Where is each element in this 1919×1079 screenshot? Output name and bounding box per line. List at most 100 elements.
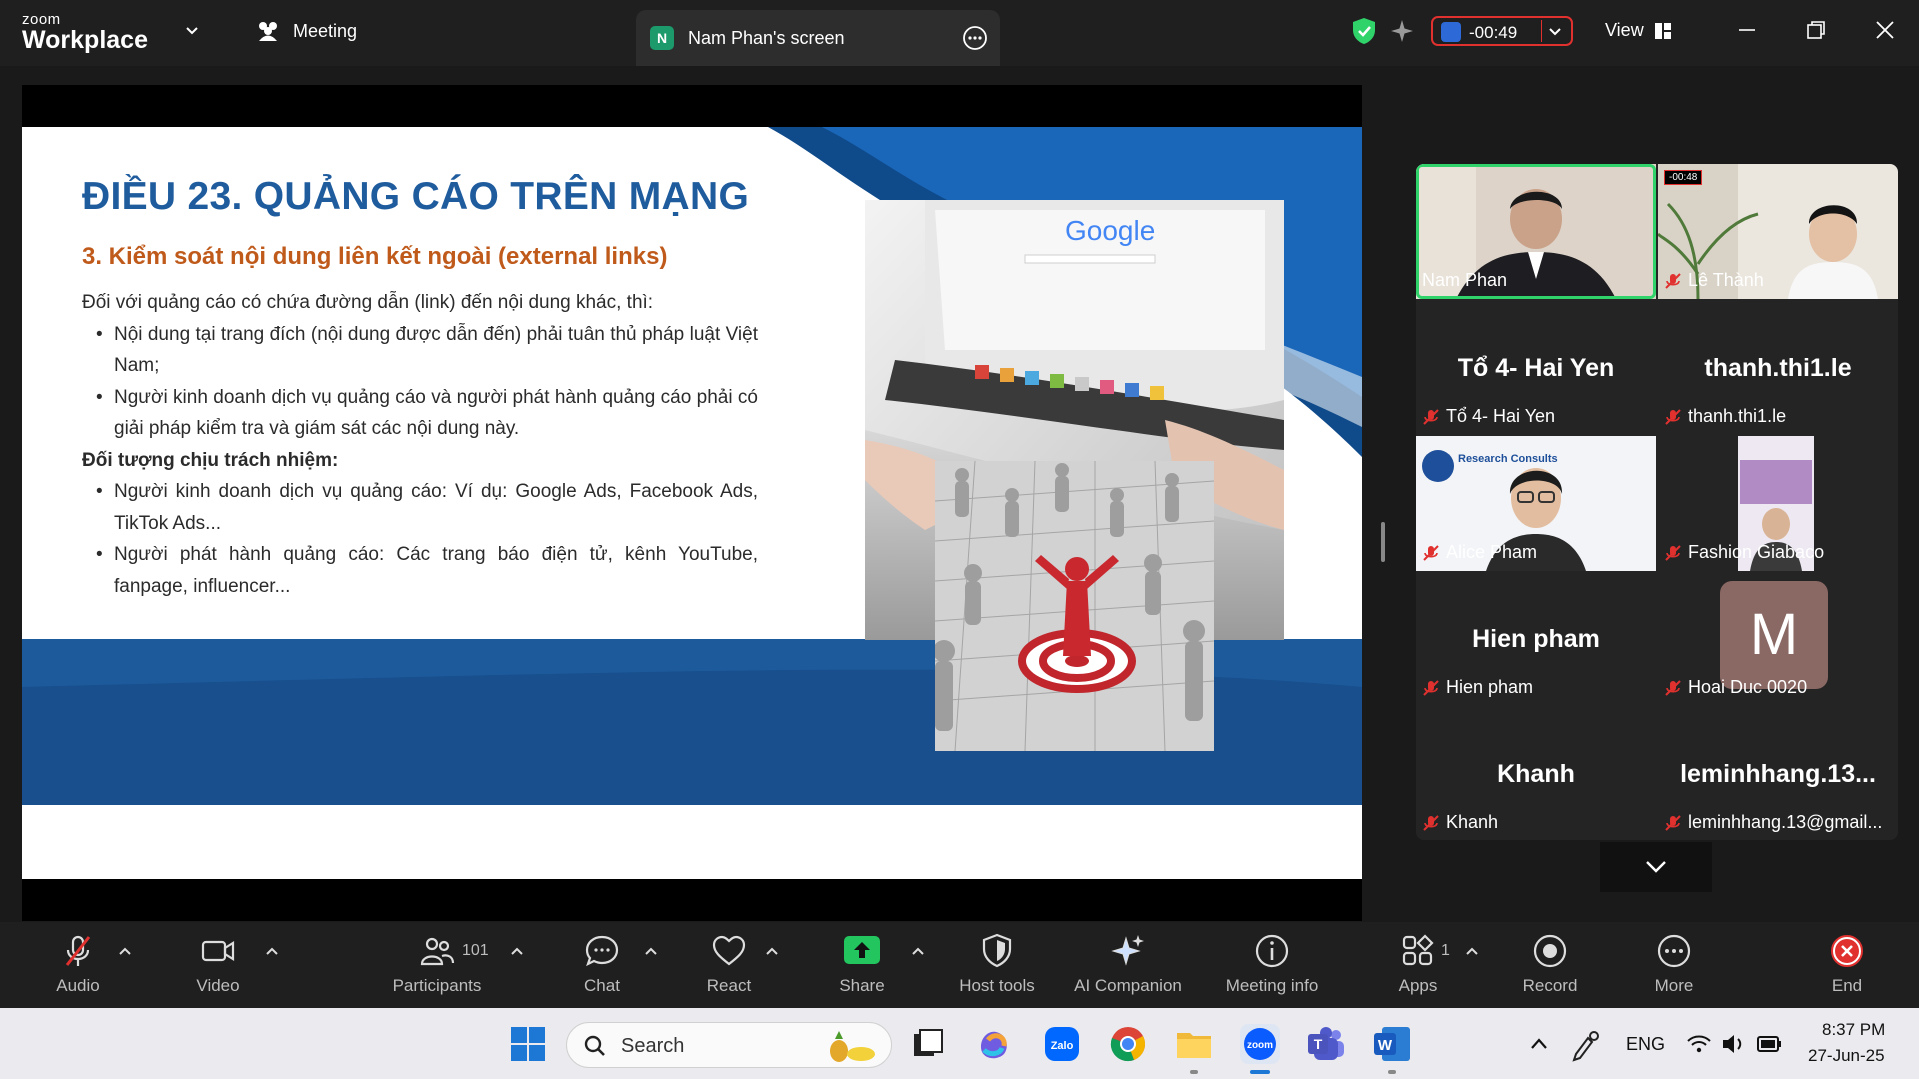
participant-display-name: thanh.thi1.le [1704, 354, 1852, 382]
volume-icon[interactable] [1720, 1024, 1746, 1064]
video-tile[interactable]: -00:48 Lê Thành [1658, 164, 1898, 299]
tab-meeting[interactable]: Meeting [255, 20, 357, 42]
participant-name-text: Alice Pham [1446, 542, 1538, 562]
chrome-icon[interactable] [1108, 1024, 1148, 1064]
participant-display-name: Khanh [1497, 760, 1575, 788]
video-button[interactable]: Video [180, 932, 256, 996]
restore-icon[interactable] [1804, 18, 1828, 42]
file-explorer-icon[interactable] [1174, 1024, 1214, 1064]
windows-start-icon[interactable] [508, 1024, 548, 1064]
chevron-up-icon[interactable] [643, 944, 659, 960]
language-indicator[interactable]: ENG [1626, 1034, 1665, 1055]
more-label: More [1654, 976, 1694, 995]
tab-shared-screen[interactable]: N Nam Phan's screen [636, 10, 1000, 66]
people-icon [259, 22, 277, 41]
chevron-up-icon[interactable] [117, 944, 133, 960]
participant-name: Tổ 4- Hai Yen [1422, 406, 1555, 427]
slide-title: ĐIỀU 23. QUẢNG CÁO TRÊN MẠNG [82, 175, 750, 218]
participant-name: Khanh [1422, 812, 1498, 833]
video-tile[interactable]: thanh.thi1.le thanh.thi1.le [1658, 300, 1898, 435]
more-options-icon [1657, 934, 1691, 968]
video-tile[interactable]: Research Consults Alice Pham [1416, 436, 1656, 571]
meeting-info-button[interactable]: Meeting info [1212, 932, 1332, 996]
video-tile[interactable]: Nam Phan [1416, 164, 1656, 299]
video-camera-icon [201, 940, 235, 962]
slide-intro: Đối với quảng cáo có chứa đường dẫn (lin… [82, 292, 654, 313]
participants-icon [420, 937, 455, 966]
share-label: Share [839, 976, 885, 995]
share-initial-badge: N [650, 26, 674, 50]
shield-icon [982, 933, 1012, 968]
minimize-icon[interactable] [1735, 18, 1759, 42]
zalo-icon[interactable]: Zalo [1042, 1024, 1082, 1064]
video-tile[interactable]: Fashion Giabaco [1658, 436, 1898, 571]
chevron-up-icon[interactable] [764, 944, 780, 960]
tab-meeting-label: Meeting [293, 20, 358, 41]
end-button[interactable]: End [1811, 932, 1883, 996]
clock-date[interactable]: 27-Jun-25 [1808, 1046, 1885, 1066]
slide-list-1: Nội dung tại trang đích (nội dung được d… [82, 319, 758, 445]
list-item: Người kinh doanh dịch vụ quảng cáo: Ví d… [82, 476, 758, 539]
timer-divider [1541, 20, 1542, 42]
record-label: Record [1522, 976, 1578, 995]
video-tile[interactable]: Khanh Khanh [1416, 706, 1656, 840]
running-indicator [1388, 1070, 1396, 1074]
chevron-up-icon[interactable] [509, 944, 525, 960]
copilot-icon[interactable] [974, 1024, 1014, 1064]
slide-body: Đối với quảng cáo có chứa đường dẫn (lin… [82, 287, 758, 602]
video-tile[interactable]: M Hoai Duc 0020 [1658, 571, 1898, 706]
pineapple-decoration-icon [830, 1031, 875, 1062]
more-options-icon[interactable] [962, 25, 988, 51]
view-button[interactable]: View [1605, 20, 1672, 41]
teams-icon[interactable]: T [1306, 1024, 1346, 1064]
participant-name: Lê Thành [1664, 270, 1764, 291]
location-pen-icon[interactable] [1570, 1024, 1602, 1064]
tab-shared-screen-label: Nam Phan's screen [688, 28, 845, 48]
wifi-icon[interactable] [1686, 1024, 1712, 1064]
clock-time[interactable]: 8:37 PM [1822, 1020, 1885, 1040]
react-button[interactable]: React [693, 932, 765, 996]
video-tile[interactable]: Tổ 4- Hai Yen Tổ 4- Hai Yen [1416, 300, 1656, 435]
chevron-up-icon[interactable] [1528, 1024, 1550, 1064]
share-button[interactable]: Share [826, 932, 898, 996]
panel-resize-handle[interactable] [1381, 522, 1385, 562]
google-logo-text: Google [1065, 215, 1155, 246]
ai-companion-label: AI Companion [1074, 976, 1182, 995]
participant-name-text: Hoai Duc 0020 [1688, 677, 1808, 697]
close-icon[interactable] [1873, 18, 1897, 42]
participants-label: Participants [392, 976, 482, 995]
chat-button[interactable]: Chat [566, 932, 638, 996]
ai-companion-button[interactable]: AI Companion [1064, 932, 1192, 996]
more-button[interactable]: More [1638, 932, 1710, 996]
word-icon[interactable]: W [1372, 1024, 1412, 1064]
chevron-up-icon[interactable] [910, 944, 926, 960]
security-shield-icon[interactable] [1349, 16, 1379, 46]
video-tile[interactable]: leminhhang.13... leminhhang.13@gmail... [1658, 706, 1898, 840]
chevron-down-icon[interactable] [184, 22, 200, 38]
zoom-app-icon[interactable]: zoom [1240, 1024, 1280, 1064]
chevron-down-icon[interactable] [1547, 23, 1563, 39]
gallery-scroll-down-button[interactable] [1600, 842, 1712, 892]
slide-list-2: Người kinh doanh dịch vụ quảng cáo: Ví d… [82, 476, 758, 602]
battery-icon[interactable] [1756, 1024, 1784, 1064]
taskbar-search-box[interactable]: Search [566, 1022, 892, 1068]
mic-muted-icon [1665, 679, 1681, 696]
ai-sparkle-icon[interactable] [1389, 18, 1415, 44]
mic-muted-icon [65, 935, 91, 966]
mic-muted-icon [1423, 408, 1439, 425]
task-view-icon[interactable] [908, 1024, 948, 1064]
presentation-slide: ĐIỀU 23. QUẢNG CÁO TRÊN MẠNG 3. Kiểm soá… [22, 127, 1362, 879]
meeting-timer[interactable]: -00:49 [1431, 16, 1573, 46]
participant-name-text: Lê Thành [1688, 270, 1764, 290]
host-tools-button[interactable]: Host tools [950, 932, 1044, 996]
mic-muted-icon [1665, 814, 1681, 831]
record-button[interactable]: Record [1514, 932, 1586, 996]
audio-button[interactable]: Audio [40, 932, 116, 996]
chevron-up-icon[interactable] [264, 944, 280, 960]
chevron-up-icon[interactable] [1464, 944, 1480, 960]
video-gallery: Nam Phan -00:48 Lê Thành Tổ 4- Hai Yen T… [1416, 164, 1898, 840]
search-placeholder: Search [621, 1035, 685, 1057]
chevron-down-icon [1646, 861, 1666, 873]
video-tile[interactable]: Hien pham Hien pham [1416, 571, 1656, 706]
mic-muted-icon [1423, 814, 1439, 831]
